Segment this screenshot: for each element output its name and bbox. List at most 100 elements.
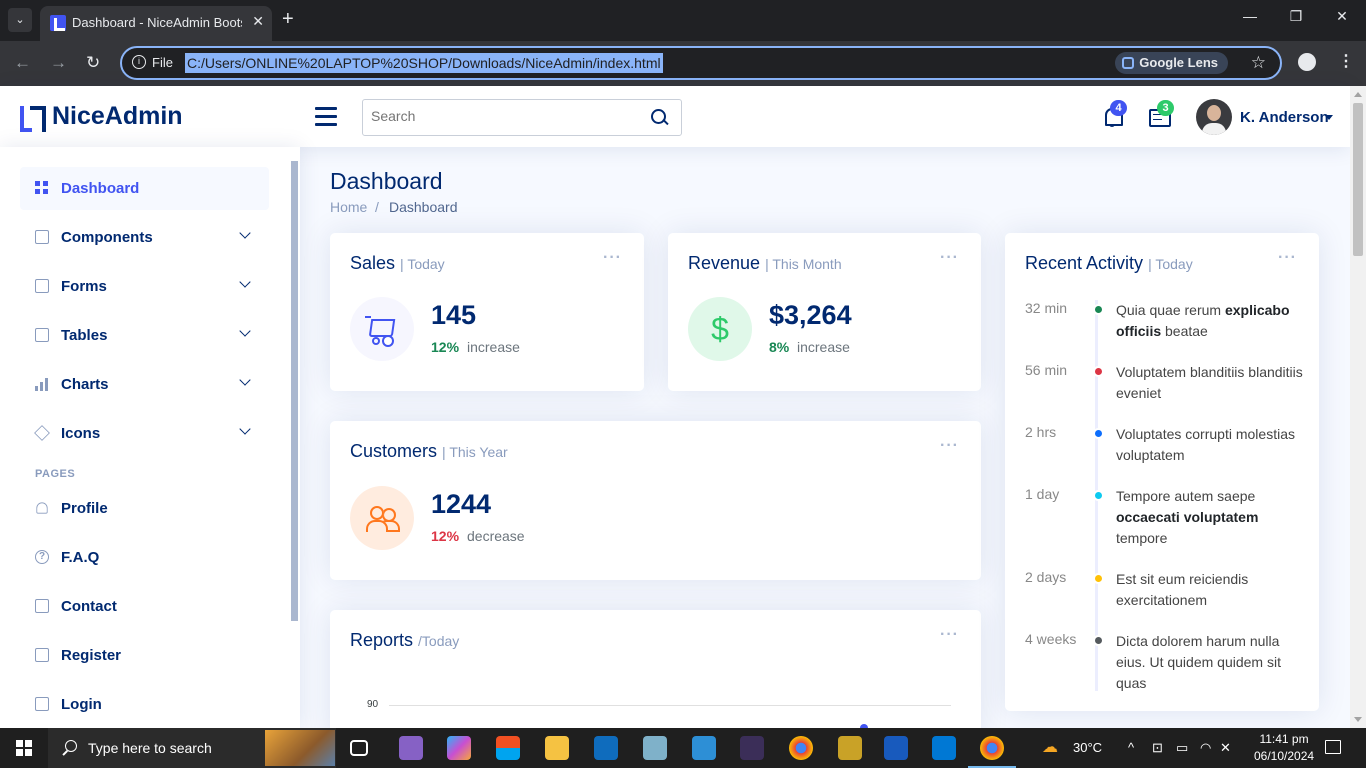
customers-card: Customers | This Year ··· 1244 12% decre… xyxy=(330,421,981,580)
vscode-icon[interactable] xyxy=(932,736,956,760)
sidebar-item-forms[interactable]: Forms xyxy=(20,265,269,308)
url-text[interactable]: C:/Users/ONLINE%20LAPTOP%20SHOP/Download… xyxy=(185,53,663,73)
sidebar-item-charts[interactable]: Charts xyxy=(20,363,269,406)
tab-search-button[interactable]: ⌄ xyxy=(8,8,32,32)
google-lens-button[interactable]: Google Lens xyxy=(1115,52,1228,74)
weather-icon[interactable]: ☁ xyxy=(1042,737,1058,757)
search-bar xyxy=(362,99,682,136)
chevron-down-icon xyxy=(239,423,251,435)
activity-highlight: explicabo officiis xyxy=(1116,302,1290,339)
sidebar-item-tables[interactable]: Tables xyxy=(20,314,269,357)
sidebar-item-icons[interactable]: Icons xyxy=(20,412,269,455)
user-name-dropdown[interactable]: K. Anderson xyxy=(1240,109,1329,126)
sidebar-scrollbar[interactable] xyxy=(290,151,298,725)
chevron-down-icon xyxy=(239,276,251,288)
window-close-button[interactable]: ✕ xyxy=(1330,8,1354,25)
search-highlight-image[interactable] xyxy=(265,730,335,766)
windows-taskbar: Type here to search ☁ 30°C ^ ⊡ ▭ ◠ ✕ 11:… xyxy=(0,728,1366,768)
page-title: Dashboard xyxy=(330,168,443,194)
sidebar-item-profile[interactable]: Profile xyxy=(20,487,269,530)
page-scrollbar[interactable] xyxy=(1350,86,1366,728)
clock-time: 11:41 pm xyxy=(1259,732,1309,746)
scrollbar-thumb[interactable] xyxy=(1353,103,1363,256)
tab-close-icon[interactable]: ✕ xyxy=(252,13,264,30)
revenue-card: Revenue | This Month ··· $ $3,264 8% inc… xyxy=(668,233,981,391)
app-icon[interactable] xyxy=(838,736,862,760)
copilot-icon[interactable] xyxy=(447,736,471,760)
microsoft-store-icon[interactable] xyxy=(496,736,520,760)
clock[interactable]: 11:41 pm 06/10/2024 xyxy=(1254,731,1314,765)
wifi-icon[interactable]: ◠ xyxy=(1200,740,1211,756)
activity-dot-icon xyxy=(1093,635,1104,646)
browser-profile-icon[interactable] xyxy=(1298,53,1316,71)
card-title: Revenue | This Month xyxy=(688,253,842,274)
sidebar-item-label: Login xyxy=(61,696,102,713)
sidebar-item-label: Tables xyxy=(61,327,108,344)
breadcrumb-home[interactable]: Home xyxy=(330,199,367,215)
temperature[interactable]: 30°C xyxy=(1073,740,1102,755)
toggle-sidebar-icon[interactable] xyxy=(315,106,337,126)
logo-text[interactable]: NiceAdmin xyxy=(52,102,183,131)
word-icon[interactable] xyxy=(884,736,908,760)
chrome-profile-icon[interactable] xyxy=(789,736,813,760)
visual-studio-icon[interactable] xyxy=(399,736,423,760)
person-icon xyxy=(36,502,48,514)
meet-now-icon[interactable]: ⊡ xyxy=(1152,740,1163,756)
caret-down-icon[interactable] xyxy=(1325,115,1333,120)
sidebar-item-label: Register xyxy=(61,647,122,664)
scroll-up-icon[interactable] xyxy=(1354,92,1362,97)
mail-icon[interactable] xyxy=(594,736,618,760)
card-filter-dots-icon[interactable]: ··· xyxy=(940,626,959,644)
sidebar-scrollbar-thumb[interactable] xyxy=(291,161,298,621)
activity-highlight: occaecati voluptatem xyxy=(1116,509,1259,525)
task-view-icon[interactable] xyxy=(350,740,368,756)
notifications-icon[interactable] xyxy=(1325,740,1341,754)
sidebar-item-components[interactable]: Components xyxy=(20,216,269,259)
sidebar-item-login[interactable]: Login xyxy=(20,683,269,726)
search-input[interactable] xyxy=(371,108,641,124)
forward-arrow-icon[interactable]: → xyxy=(50,53,67,73)
windows-start-icon[interactable] xyxy=(16,740,32,756)
sidebar-item-contact[interactable]: Contact xyxy=(20,585,269,628)
card-filter-dots-icon[interactable]: ··· xyxy=(1278,249,1297,267)
restore-button[interactable]: ❐ xyxy=(1284,8,1308,25)
scroll-down-icon[interactable] xyxy=(1354,717,1362,722)
search-icon[interactable] xyxy=(651,109,669,127)
bookmark-star-icon[interactable]: ☆ xyxy=(1251,53,1266,73)
back-arrow-icon[interactable]: ← xyxy=(14,53,31,73)
photos-icon[interactable] xyxy=(692,736,716,760)
card-title-text: Customers xyxy=(350,441,438,461)
new-tab-button[interactable]: + xyxy=(282,8,294,30)
terminal-icon[interactable] xyxy=(740,736,764,760)
chrome-icon[interactable] xyxy=(968,736,1016,768)
activity-dot-icon xyxy=(1093,304,1104,315)
activity-time: 4 weeks xyxy=(1025,631,1077,647)
browser-tab[interactable]: Dashboard - NiceAdmin Bootst ✕ xyxy=(40,6,272,41)
app-icon[interactable] xyxy=(643,736,667,760)
minimize-button[interactable]: — xyxy=(1238,8,1262,24)
card-filter-dots-icon[interactable]: ··· xyxy=(940,437,959,455)
question-circle-icon: ? xyxy=(35,550,49,564)
sidebar-item-dashboard[interactable]: Dashboard xyxy=(20,167,269,210)
activity-text: Dicta dolorem harum nulla eius. Ut quide… xyxy=(1116,633,1281,691)
browser-menu-icon[interactable]: ⋮ xyxy=(1338,51,1354,71)
file-explorer-icon[interactable] xyxy=(545,736,569,760)
address-bar[interactable]: i File C:/Users/ONLINE%20LAPTOP%20SHOP/D… xyxy=(120,46,1282,80)
customers-value: 1244 xyxy=(431,489,492,519)
reload-icon[interactable]: ↻ xyxy=(86,53,100,73)
sidebar-item-register[interactable]: Register xyxy=(20,634,269,677)
sidebar-item-label: Profile xyxy=(61,500,108,517)
scheme-chip[interactable]: File xyxy=(152,55,173,70)
avatar[interactable] xyxy=(1196,99,1232,135)
card-filter-dots-icon[interactable]: ··· xyxy=(603,249,622,267)
volume-muted-icon[interactable]: ✕ xyxy=(1220,740,1231,756)
sidebar-item-faq[interactable]: ? F.A.Q xyxy=(20,536,269,579)
sidebar-item-label: Forms xyxy=(61,278,107,295)
card-title: Sales | Today xyxy=(350,253,445,274)
chevron-up-icon[interactable]: ^ xyxy=(1128,740,1134,755)
card-filter-dots-icon[interactable]: ··· xyxy=(940,249,959,267)
site-info-icon[interactable]: i xyxy=(132,55,146,69)
niceadmin-logo-icon[interactable] xyxy=(20,106,46,132)
battery-icon[interactable]: ▭ xyxy=(1176,740,1188,756)
chart-gridline xyxy=(389,705,951,706)
